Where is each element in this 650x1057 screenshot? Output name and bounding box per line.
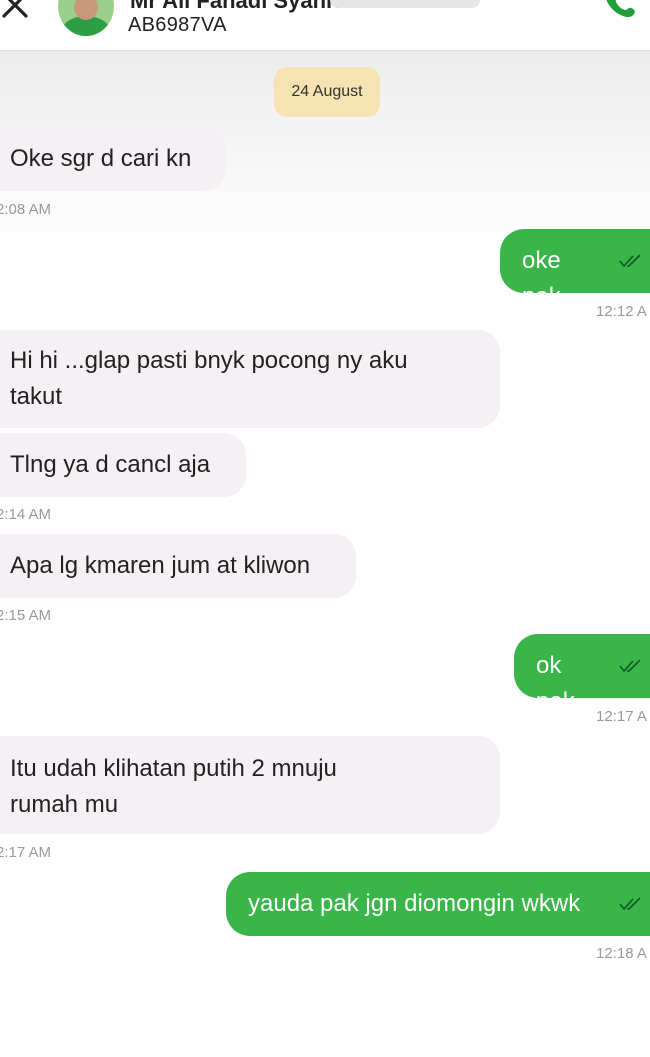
- double-check-icon: [619, 659, 641, 673]
- message-text: Oke sgr d cari kn: [10, 145, 192, 172]
- incoming-message[interactable]: Apa lg kmaren jum at kliwon: [0, 534, 356, 598]
- message-text: Hi hi ...glap pasti bnyk pocong ny aku t…: [10, 347, 408, 410]
- chat-header: Mr Ali Fahadi Syahri AB6987VA: [0, 0, 650, 51]
- message-time: 2:14 AM: [0, 506, 52, 523]
- message-time: 2:17 AM: [0, 844, 52, 861]
- message-text: Apa lg kmaren jum at kliwon: [10, 552, 311, 579]
- message-time: 2:08 AM: [0, 201, 52, 218]
- date-chip: 24 August: [274, 67, 380, 117]
- message-time: 12:18 A: [596, 945, 647, 962]
- message-text: yauda pak jgn diomongin wkwk: [248, 890, 581, 917]
- message-time: 12:17 A: [596, 708, 647, 725]
- message-text: oke pak: [522, 247, 561, 310]
- message-time: 12:12 A: [596, 303, 647, 320]
- incoming-message[interactable]: Hi hi ...glap pasti bnyk pocong ny aku t…: [0, 330, 500, 428]
- double-check-icon: [619, 254, 641, 268]
- name-redaction: [330, 0, 480, 8]
- outgoing-message[interactable]: oke pak: [500, 229, 650, 310]
- plate-number: AB6987VA: [128, 14, 227, 36]
- incoming-message[interactable]: Oke sgr d cari kn: [0, 127, 226, 191]
- incoming-message[interactable]: Itu udah klihatan putih 2 mnuju rumah mu: [0, 736, 500, 834]
- message-time: 2:15 AM: [0, 607, 52, 624]
- close-icon[interactable]: [0, 0, 36, 26]
- contact-name: Mr Ali Fahadi Syahri: [130, 0, 341, 13]
- phone-icon[interactable]: [600, 0, 640, 22]
- outgoing-message[interactable]: yauda pak jgn diomongin wkwk: [226, 872, 650, 936]
- double-check-icon: [619, 897, 641, 911]
- message-text: ok pak: [536, 652, 575, 715]
- incoming-message[interactable]: Tlng ya d cancl aja: [0, 433, 246, 497]
- avatar[interactable]: [58, 0, 114, 36]
- outgoing-message[interactable]: ok pak: [514, 634, 650, 715]
- message-text: Itu udah klihatan putih 2 mnuju rumah mu: [10, 755, 337, 818]
- message-text: Tlng ya d cancl aja: [10, 451, 211, 478]
